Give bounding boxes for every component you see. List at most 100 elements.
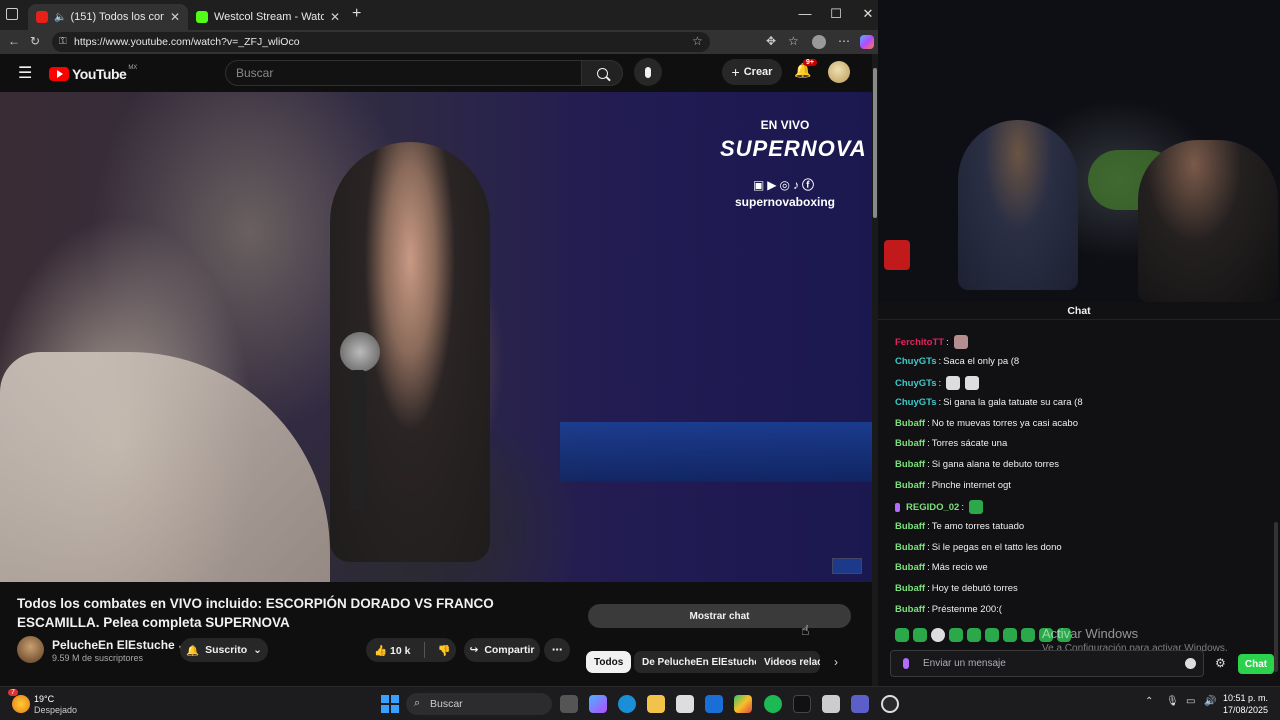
- youtube-favicon-icon: [36, 11, 48, 23]
- chat-username[interactable]: Bubaff: [895, 604, 925, 615]
- notepad-app-icon[interactable]: [822, 695, 840, 713]
- chat-username[interactable]: Bubaff: [895, 562, 925, 573]
- copilot-icon[interactable]: [860, 35, 874, 49]
- chat-username[interactable]: ChuyGTs: [895, 356, 937, 367]
- taskbar-search[interactable]: ⌕ Buscar: [406, 693, 552, 715]
- volume-icon[interactable]: 🔊: [1204, 696, 1216, 707]
- chat-username[interactable]: Bubaff: [895, 480, 925, 491]
- microphone-icon: [645, 66, 651, 78]
- chat-text: Préstenme 200:(: [931, 604, 1002, 615]
- chat-scrollbar[interactable]: [1274, 522, 1278, 672]
- extensions-icon[interactable]: ✥: [766, 34, 776, 48]
- tray-overflow-icon[interactable]: ⌃: [1145, 696, 1153, 707]
- chat-text: Te amo torres tatuado: [931, 521, 1025, 532]
- scrollbar-thumb[interactable]: [873, 68, 877, 218]
- youtube-logo[interactable]: YouTube MX: [49, 65, 137, 82]
- bell-icon: 🔔: [186, 644, 200, 657]
- emoji-picker-icon[interactable]: [1185, 658, 1196, 669]
- chat-username[interactable]: ChuyGTs: [895, 397, 937, 408]
- outlook-app-icon[interactable]: [705, 695, 723, 713]
- tab-close-icon[interactable]: ✕: [170, 10, 180, 24]
- channel-avatar[interactable]: [17, 636, 44, 663]
- maximize-button[interactable]: ☐: [826, 6, 846, 22]
- tiktok-app-icon[interactable]: [793, 695, 811, 713]
- channel-name[interactable]: PelucheEn ElEstuche ✔: [52, 638, 186, 652]
- more-actions-button[interactable]: ⋯: [544, 638, 570, 662]
- reload-icon[interactable]: ↻: [30, 34, 40, 48]
- chat-send-button[interactable]: Chat: [1238, 654, 1274, 674]
- task-view-icon[interactable]: [560, 695, 578, 713]
- chat-username[interactable]: Bubaff: [895, 542, 925, 553]
- chat-username[interactable]: Bubaff: [895, 583, 925, 594]
- chat-username[interactable]: Bubaff: [895, 521, 925, 532]
- search-input[interactable]: Buscar: [225, 60, 582, 86]
- start-button[interactable]: [381, 695, 399, 713]
- tab-actions-icon[interactable]: [6, 8, 18, 20]
- chat-message-input[interactable]: Enviar un mensaje: [890, 650, 1204, 677]
- chat-text: No te muevas torres ya casi acabo: [931, 418, 1078, 429]
- teams-app-icon[interactable]: [851, 695, 869, 713]
- chat-username[interactable]: FerchitoTT: [895, 337, 944, 348]
- clock-date: 17/08/2025: [1222, 705, 1268, 715]
- chat-username[interactable]: Bubaff: [895, 459, 925, 470]
- network-icon[interactable]: ▭: [1186, 696, 1195, 707]
- chip-related[interactable]: Videos relac: [756, 651, 820, 673]
- favorite-icon[interactable]: ☆: [692, 34, 703, 48]
- more-icon[interactable]: ⋯: [838, 34, 850, 48]
- show-chat-button[interactable]: Mostrar chat: [588, 604, 851, 628]
- chat-username[interactable]: Bubaff: [895, 418, 925, 429]
- chat-message: Bubaff: Torres sácate una: [895, 438, 1008, 449]
- create-button[interactable]: + Crear: [722, 59, 782, 85]
- close-window-button[interactable]: ✕: [858, 6, 878, 22]
- video-player[interactable]: EN VIVO SUPERNOVA ▣▶◎♪ⓕ supernovaboxing: [0, 92, 872, 582]
- weather-desc[interactable]: Despejado: [34, 705, 77, 715]
- microphone-tray-icon[interactable]: 🎙: [1166, 696, 1179, 707]
- notifications-button[interactable]: 🔔 9+: [794, 59, 817, 80]
- profile-icon[interactable]: [812, 35, 826, 49]
- weather-temp[interactable]: 19°C: [34, 694, 54, 704]
- site-info-icon[interactable]: ⚿: [59, 36, 67, 47]
- chat-message: REGIDO_02:: [895, 500, 983, 514]
- stream-video[interactable]: [878, 0, 1280, 302]
- taskbar-clock[interactable]: 10:51 p. m. 17/08/2025: [1218, 692, 1268, 716]
- tab-youtube[interactable]: 🔈 (151) Todos los combates en ✕: [28, 4, 188, 30]
- file-explorer-icon[interactable]: [647, 695, 665, 713]
- microphone-icon[interactable]: [903, 658, 909, 669]
- chat-username[interactable]: ChuyGTs: [895, 378, 937, 389]
- store-app-icon[interactable]: [676, 695, 694, 713]
- url-field[interactable]: ⚿ https://www.youtube.com/watch?v=_ZFJ_w…: [52, 32, 710, 52]
- windows-taskbar: 7 19°C Despejado ⌕ Buscar ⌃ 🎙 ▭ 🔊 10:51 …: [0, 686, 1280, 720]
- chat-text: Saca el only pa (8: [943, 356, 1020, 367]
- tab-close-icon[interactable]: ✕: [330, 10, 340, 24]
- chat-username[interactable]: REGIDO_02: [906, 502, 959, 513]
- chevron-right-icon[interactable]: ›: [834, 655, 838, 669]
- account-avatar[interactable]: [828, 61, 850, 83]
- dislike-button[interactable]: 👎: [437, 644, 450, 657]
- share-button[interactable]: ↪ Compartir: [464, 638, 540, 662]
- chat-settings-icon[interactable]: ⚙: [1215, 656, 1226, 670]
- chip-all[interactable]: Todos: [586, 651, 632, 673]
- tab-kick[interactable]: Westcol Stream - Watch Live on K ✕: [188, 4, 348, 30]
- spotify-app-icon[interactable]: [764, 695, 782, 713]
- search-button[interactable]: [581, 60, 623, 86]
- copilot-app-icon[interactable]: [589, 695, 607, 713]
- obs-app-icon[interactable]: [881, 695, 899, 713]
- weather-icon[interactable]: [12, 695, 30, 713]
- minimize-button[interactable]: —: [795, 6, 815, 21]
- chip-channel[interactable]: De PelucheEn ElEstuche: [634, 651, 768, 673]
- live-label: EN VIVO: [760, 118, 810, 132]
- chat-username[interactable]: Bubaff: [895, 438, 925, 449]
- new-tab-button[interactable]: +: [352, 5, 361, 23]
- favorites-icon[interactable]: ☆: [788, 34, 799, 48]
- xbox-app-icon[interactable]: [734, 695, 752, 713]
- subscribed-button[interactable]: 🔔 Suscrito ⌄: [180, 638, 268, 662]
- chat-message: Bubaff: Préstenme 200:(: [895, 604, 1002, 615]
- voice-search-button[interactable]: [634, 58, 662, 86]
- edge-app-icon[interactable]: [618, 695, 636, 713]
- youtube-header: ☰ YouTube MX Buscar + Crear 🔔 9+: [0, 54, 872, 92]
- menu-icon[interactable]: ☰: [18, 63, 32, 83]
- browser-window: 🔈 (151) Todos los combates en ✕ Westcol …: [0, 0, 878, 686]
- back-icon[interactable]: ←: [8, 34, 20, 48]
- chat-text: Pinche internet ogt: [931, 480, 1011, 491]
- like-button[interactable]: 👍 10 k: [374, 644, 410, 657]
